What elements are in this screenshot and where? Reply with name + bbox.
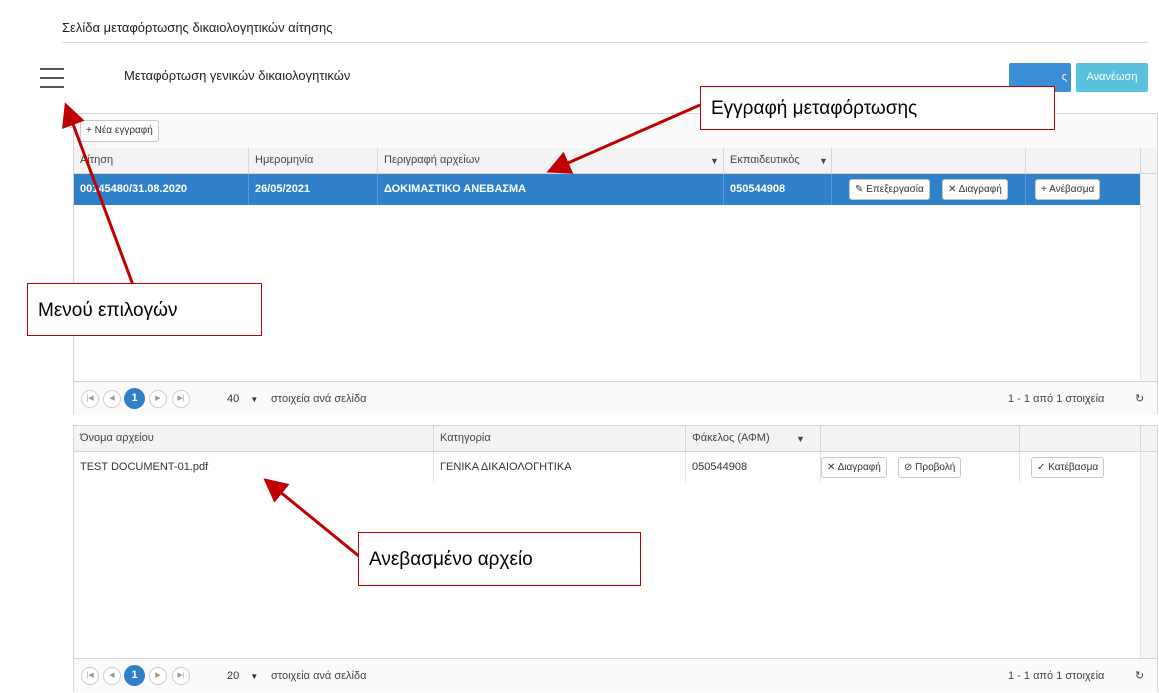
- column-header-application[interactable]: Αίτηση: [74, 148, 249, 173]
- close-icon: ✕: [827, 462, 836, 473]
- cell-description: ΔΟΚΙΜΑΣΤΙΚΟ ΑΝΕΒΑΣΜΑ: [378, 174, 724, 205]
- section-title: Μεταφόρτωση γενικών δικαιολογητικών: [124, 68, 351, 83]
- plus-icon: +: [1041, 184, 1047, 195]
- current-page-button[interactable]: 1: [124, 388, 145, 409]
- column-header-file-name[interactable]: Όνομα αρχείου: [74, 426, 434, 451]
- callout-uploaded-file: Ανεβασμένο αρχείο: [358, 532, 641, 586]
- last-page-icon[interactable]: ▶|: [172, 390, 190, 408]
- download-label: Κατέβασμα: [1048, 462, 1099, 473]
- chevron-down-icon: ▼: [250, 672, 259, 681]
- cell-actions: ✎ Επεξεργασία ✕ Διαγραφή: [832, 174, 1026, 205]
- prev-page-icon[interactable]: ◀: [103, 667, 121, 685]
- check-icon: ✓: [1037, 462, 1046, 473]
- upload-label: Ανέβασμα: [1049, 184, 1095, 195]
- first-page-icon[interactable]: |◀: [81, 667, 99, 685]
- grid-header: Αίτηση Ημερομηνία Περιγραφή αρχείων ▼ Εκ…: [74, 148, 1157, 174]
- close-icon: ✕: [948, 184, 957, 195]
- delete-label: Διαγραφή: [837, 462, 881, 473]
- cell-teacher: 050544908: [724, 174, 832, 205]
- filter-icon[interactable]: ▼: [710, 156, 719, 166]
- column-header-teacher[interactable]: Εκπαιδευτικός: [724, 148, 832, 173]
- vertical-scrollbar[interactable]: [1140, 174, 1157, 381]
- per-page-label: στοιχεία ανά σελίδα: [271, 670, 367, 682]
- column-header-download: [1020, 426, 1141, 451]
- column-header-description[interactable]: Περιγραφή αρχείων: [378, 148, 724, 173]
- column-header-upload: [1026, 148, 1141, 173]
- eye-icon: ⊘: [904, 462, 913, 473]
- applications-grid: + Νέα εγγραφή Αίτηση Ημερομηνία Περιγραφ…: [73, 113, 1158, 415]
- delete-file-button[interactable]: ✕ Διαγραφή: [821, 457, 887, 478]
- page-size-select[interactable]: 20 ▼: [227, 666, 258, 686]
- column-header-date[interactable]: Ημερομηνία: [249, 148, 378, 173]
- pager-summary: 1 - 1 από 1 στοιχεία: [1008, 670, 1105, 682]
- next-page-icon[interactable]: ▶: [149, 667, 167, 685]
- refresh-icon[interactable]: ↻: [1135, 389, 1144, 409]
- column-header-category[interactable]: Κατηγορία: [434, 426, 686, 451]
- hamburger-menu-icon[interactable]: [40, 68, 64, 88]
- grid-pager: |◀ ◀ 1 ▶ ▶| 20 ▼ στοιχεία ανά σελίδα 1 -…: [74, 658, 1157, 692]
- grid-header: Όνομα αρχείου Κατηγορία Φάκελος (ΑΦΜ) ▼: [74, 426, 1157, 452]
- cell-upload: + Ανέβασμα: [1026, 174, 1141, 205]
- download-button[interactable]: ✓ Κατέβασμα: [1031, 457, 1105, 478]
- prev-page-icon[interactable]: ◀: [103, 390, 121, 408]
- refresh-button[interactable]: Ανανέωση: [1076, 63, 1148, 92]
- page-size-value: 20: [227, 670, 240, 682]
- cell-category: ΓΕΝΙΚΑ ΔΙΚΑΙΟΛΟΓΗΤΙΚΑ: [434, 452, 686, 483]
- page-title: Σελίδα μεταφόρτωσης δικαιολογητικών αίτη…: [62, 20, 333, 35]
- vertical-scrollbar[interactable]: [1140, 452, 1157, 658]
- grid-pager: |◀ ◀ 1 ▶ ▶| 40 ▼ στοιχεία ανά σελίδα 1 -…: [74, 381, 1157, 415]
- title-divider: [62, 42, 1148, 43]
- table-row[interactable]: TEST DOCUMENT-01.pdf ΓΕΝΙΚΑ ΔΙΚΑΙΟΛΟΓΗΤΙ…: [74, 452, 1141, 483]
- column-header-actions: [821, 426, 1020, 451]
- table-row[interactable]: 00145480/31.08.2020 26/05/2021 ΔΟΚΙΜΑΣΤΙ…: [74, 174, 1141, 205]
- pencil-icon: ✎: [855, 184, 864, 195]
- current-page-button[interactable]: 1: [124, 665, 145, 686]
- cell-date: 26/05/2021: [249, 174, 378, 205]
- delete-button[interactable]: ✕ Διαγραφή: [942, 179, 1008, 200]
- upload-button[interactable]: + Ανέβασμα: [1035, 179, 1101, 200]
- cell-actions: ✕ Διαγραφή ⊘ Προβολή: [821, 452, 1020, 483]
- first-page-icon[interactable]: |◀: [81, 390, 99, 408]
- view-button[interactable]: ⊘ Προβολή: [898, 457, 962, 478]
- next-page-icon[interactable]: ▶: [149, 390, 167, 408]
- callout-options-menu: Μενού επιλογών: [27, 283, 262, 336]
- callout-upload-record: Εγγραφή μεταφόρτωσης: [700, 86, 1055, 130]
- column-header-actions: [832, 148, 1026, 173]
- cell-download: ✓ Κατέβασμα: [1020, 452, 1141, 483]
- per-page-label: στοιχεία ανά σελίδα: [271, 393, 367, 405]
- view-label: Προβολή: [915, 462, 956, 473]
- new-record-button[interactable]: + Νέα εγγραφή: [80, 120, 159, 142]
- delete-label: Διαγραφή: [958, 184, 1002, 195]
- page-size-value: 40: [227, 393, 240, 405]
- filter-icon[interactable]: ▼: [796, 434, 805, 444]
- refresh-icon[interactable]: ↻: [1135, 666, 1144, 686]
- pager-summary: 1 - 1 από 1 στοιχεία: [1008, 393, 1105, 405]
- chevron-down-icon: ▼: [250, 395, 259, 404]
- filter-icon[interactable]: ▼: [819, 156, 828, 166]
- last-page-icon[interactable]: ▶|: [172, 667, 190, 685]
- cell-application: 00145480/31.08.2020: [74, 174, 249, 205]
- cell-folder: 050544908: [686, 452, 821, 483]
- page-size-select[interactable]: 40 ▼: [227, 389, 258, 409]
- edit-label: Επεξεργασία: [866, 184, 924, 195]
- cell-file-name: TEST DOCUMENT-01.pdf: [74, 452, 434, 483]
- edit-button[interactable]: ✎ Επεξεργασία: [849, 179, 930, 200]
